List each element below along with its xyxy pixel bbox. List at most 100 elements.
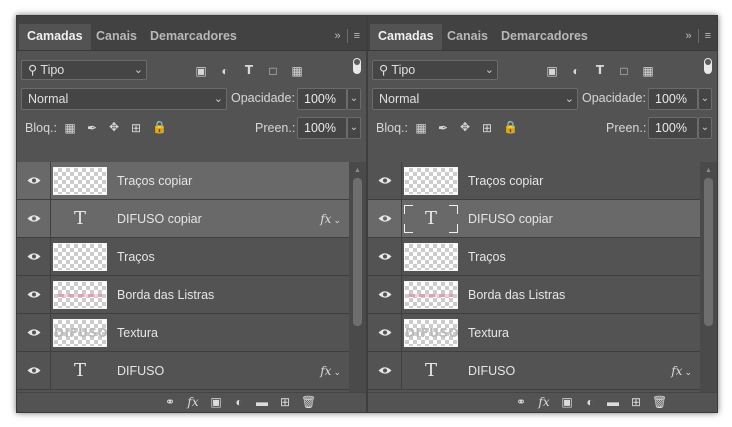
opacity-field[interactable]: 100% (648, 88, 698, 110)
filter-toggle[interactable] (353, 58, 361, 74)
eye-icon[interactable] (27, 176, 41, 185)
smart-object-filter-icon[interactable]: ▦ (290, 64, 304, 78)
filter-type-dropdown[interactable]: ⚲ Tipo ⌄ (21, 60, 147, 80)
link-layers-icon[interactable]: ⚭ (514, 395, 528, 409)
opacity-dropdown-button[interactable]: ⌄ (347, 88, 361, 110)
opacity-dropdown-button[interactable]: ⌄ (698, 88, 712, 110)
visibility-column[interactable] (17, 314, 51, 351)
fx-icon[interactable]: fx ⌄ (671, 352, 692, 390)
visibility-column[interactable] (368, 314, 402, 351)
layer-row[interactable]: DIFUSO Textura (368, 314, 700, 352)
visibility-column[interactable] (17, 352, 51, 389)
lock-image-brush-icon[interactable]: ✒ (86, 121, 98, 135)
image-filter-icon[interactable]: ▣ (194, 64, 208, 78)
layer-row[interactable]: Borda das Listras (368, 276, 700, 314)
layer-row[interactable]: T DIFUSO copiar (368, 200, 700, 238)
layer-row[interactable]: Traços (17, 238, 349, 276)
eye-icon[interactable] (27, 290, 41, 299)
layer-row[interactable]: T DIFUSO fx ⌄ (368, 352, 700, 390)
fill-field[interactable]: 100% (297, 117, 347, 139)
type-filter-icon[interactable]: T (593, 63, 607, 77)
scrollbar-thumb[interactable] (353, 178, 362, 326)
hamburger-menu-icon[interactable]: ≡ (354, 30, 360, 42)
eye-icon[interactable] (378, 214, 392, 223)
layer-row[interactable]: Traços copiar (368, 162, 700, 200)
opacity-field[interactable]: 100% (297, 88, 347, 110)
fx-icon[interactable]: fx (186, 395, 200, 409)
lock-position-move-icon[interactable]: ✥ (107, 120, 121, 134)
chevron-down-icon[interactable]: ⌄ (333, 368, 341, 378)
fx-icon[interactable]: fx (537, 395, 551, 409)
tab-camadas[interactable]: Camadas (370, 24, 442, 50)
image-filter-icon[interactable]: ▣ (545, 64, 559, 78)
adjustment-layer-icon[interactable]: ◐ (232, 395, 246, 409)
visibility-column[interactable] (368, 200, 402, 237)
fx-icon[interactable]: fx ⌄ (320, 200, 341, 238)
lock-position-move-icon[interactable]: ✥ (458, 120, 472, 134)
layer-row[interactable]: T DIFUSO copiar fx ⌄ (17, 200, 349, 238)
tab-canais[interactable]: Canais (88, 24, 145, 50)
double-chevron-right-icon[interactable]: » (685, 30, 691, 42)
folder-icon[interactable]: ▬ (606, 395, 620, 409)
new-layer-icon[interactable]: ⊞ (629, 395, 643, 409)
layer-row[interactable]: Borda das Listras (17, 276, 349, 314)
lock-transparency-icon[interactable]: ▦ (415, 121, 427, 135)
eye-icon[interactable] (27, 214, 41, 223)
visibility-column[interactable] (17, 276, 51, 313)
blend-mode-dropdown[interactable]: Normal ⌄ (372, 88, 578, 110)
shape-filter-icon[interactable]: □ (266, 64, 280, 78)
eye-icon[interactable] (27, 366, 41, 375)
tab-camadas[interactable]: Camadas (19, 24, 91, 50)
chevron-down-icon[interactable]: ⌄ (333, 216, 341, 226)
visibility-column[interactable] (368, 162, 402, 199)
trash-icon[interactable]: 🗑 (652, 395, 667, 409)
hamburger-menu-icon[interactable]: ≡ (705, 30, 711, 42)
lock-transparency-icon[interactable]: ▦ (64, 121, 76, 135)
visibility-column[interactable] (368, 238, 402, 275)
scroll-up-icon[interactable]: ▲ (704, 167, 713, 174)
trash-icon[interactable]: 🗑 (301, 395, 316, 409)
visibility-column[interactable] (17, 238, 51, 275)
shape-filter-icon[interactable]: □ (617, 64, 631, 78)
visibility-column[interactable] (368, 276, 402, 313)
adjustment-filter-icon[interactable]: ◐ (569, 64, 583, 78)
visibility-column[interactable] (17, 200, 51, 237)
add-mask-icon[interactable]: ▣ (560, 395, 574, 409)
type-filter-icon[interactable]: T (242, 63, 256, 77)
eye-icon[interactable] (27, 328, 41, 337)
fill-dropdown-button[interactable]: ⌄ (347, 117, 361, 139)
filter-toggle[interactable] (704, 58, 712, 74)
chevron-down-icon[interactable]: ⌄ (684, 368, 692, 378)
lock-artboard-icon[interactable]: ⊞ (480, 121, 494, 135)
eye-icon[interactable] (378, 176, 392, 185)
visibility-column[interactable] (368, 352, 402, 389)
eye-icon[interactable] (378, 252, 392, 261)
add-mask-icon[interactable]: ▣ (209, 395, 223, 409)
new-layer-icon[interactable]: ⊞ (278, 395, 292, 409)
visibility-column[interactable] (17, 162, 51, 199)
blend-mode-dropdown[interactable]: Normal ⌄ (21, 88, 227, 110)
tab-demarcadores[interactable]: Demarcadores (493, 24, 596, 50)
fill-field[interactable]: 100% (648, 117, 698, 139)
tab-canais[interactable]: Canais (439, 24, 496, 50)
link-layers-icon[interactable]: ⚭ (163, 395, 177, 409)
eye-icon[interactable] (378, 328, 392, 337)
layer-row[interactable]: Traços (368, 238, 700, 276)
smart-object-filter-icon[interactable]: ▦ (641, 64, 655, 78)
filter-type-dropdown[interactable]: ⚲ Tipo ⌄ (372, 60, 498, 80)
eye-icon[interactable] (378, 290, 392, 299)
layer-row[interactable]: DIFUSO Textura (17, 314, 349, 352)
lock-artboard-icon[interactable]: ⊞ (129, 121, 143, 135)
adjustment-filter-icon[interactable]: ◐ (218, 64, 232, 78)
tab-demarcadores[interactable]: Demarcadores (142, 24, 245, 50)
adjustment-layer-icon[interactable]: ◐ (583, 395, 597, 409)
lock-image-brush-icon[interactable]: ✒ (437, 121, 449, 135)
scroll-up-icon[interactable]: ▲ (353, 167, 362, 174)
double-chevron-right-icon[interactable]: » (334, 30, 340, 42)
lock-all-icon[interactable]: 🔒 (503, 120, 518, 134)
fill-dropdown-button[interactable]: ⌄ (698, 117, 712, 139)
layer-row[interactable]: T DIFUSO fx ⌄ (17, 352, 349, 390)
eye-icon[interactable] (378, 366, 392, 375)
fx-icon[interactable]: fx ⌄ (320, 352, 341, 390)
eye-icon[interactable] (27, 252, 41, 261)
